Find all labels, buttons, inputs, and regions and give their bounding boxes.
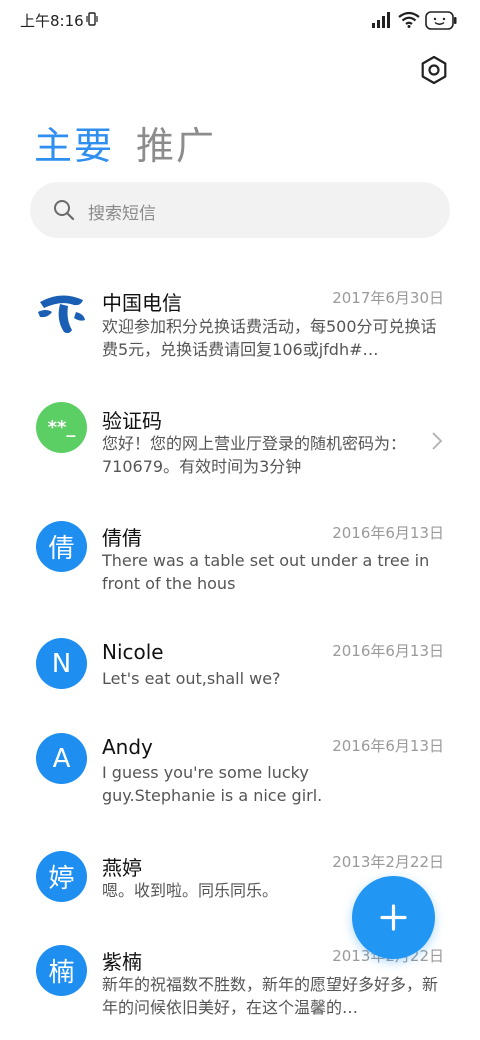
- message-preview: 新年的祝福数不胜数，新年的愿望好多好多，新年的问候依旧美好，在这个温馨的…: [102, 975, 439, 1017]
- conversation-item[interactable]: A Andy 2016年6月13日 I guess you're some lu…: [0, 727, 480, 837]
- contact-name: Andy: [102, 735, 153, 759]
- avatar: A: [36, 733, 87, 784]
- signal-icon: [372, 12, 390, 28]
- new-message-button[interactable]: [352, 876, 435, 959]
- message-preview: 欢迎参加积分兑换话费活动，每500分可兑换话费5元，兑换话费请回复106或jfd…: [102, 317, 437, 359]
- status-bar: 上午8:16: [0, 0, 480, 40]
- avatar: 倩: [36, 521, 87, 572]
- message-preview: I guess you're some lucky guy.Stephanie …: [102, 763, 323, 805]
- message-date: 2013年2月22日: [332, 853, 444, 871]
- tab-main[interactable]: 主要: [34, 115, 114, 170]
- message-preview: Let's eat out,shall we?: [102, 669, 281, 688]
- conversation-item[interactable]: **_ 验证码 您好！您的网上营业厅登录的随机密码为：710679。有效时间为3…: [0, 398, 480, 508]
- contact-name: 中国电信: [102, 291, 182, 315]
- plus-icon: [380, 904, 407, 931]
- message-date: 2017年6月30日: [332, 289, 444, 307]
- contact-name: 紫楠: [102, 950, 142, 974]
- avatar: 婷: [36, 851, 87, 902]
- conversation-item[interactable]: N Nicole 2016年6月13日 Let's eat out,shall …: [0, 632, 480, 742]
- chevron-right-icon: [432, 432, 443, 450]
- search-input[interactable]: 搜索短信: [30, 182, 450, 238]
- search-placeholder: 搜索短信: [88, 204, 156, 224]
- settings-icon[interactable]: [419, 55, 449, 85]
- conversation-item[interactable]: 中国电信 2017年6月30日 欢迎参加积分兑换话费活动，每500分可兑换话费5…: [0, 278, 480, 388]
- conversation-item[interactable]: 倩 倩倩 2016年6月13日 There was a table set ou…: [0, 515, 480, 625]
- avatar: 楠: [36, 945, 87, 996]
- contact-name: Nicole: [102, 640, 164, 664]
- message-date: 2016年6月13日: [332, 524, 444, 542]
- message-date: 2016年6月13日: [332, 737, 444, 755]
- battery-icon: [425, 11, 457, 30]
- contact-name: 倩倩: [102, 526, 142, 550]
- avatar: N: [36, 638, 87, 689]
- wifi-icon: [398, 11, 420, 28]
- contact-name: 验证码: [102, 409, 162, 433]
- search-icon: [54, 200, 75, 221]
- message-preview: There was a table set out under a tree i…: [102, 551, 430, 593]
- china-telecom-logo-icon: [38, 295, 85, 334]
- china-telecom-logo: [36, 286, 87, 337]
- vibrate-icon: [86, 12, 98, 26]
- message-preview: 您好！您的网上营业厅登录的随机密码为：710679。有效时间为3分钟: [102, 434, 407, 476]
- contact-name: 燕婷: [102, 856, 142, 880]
- message-date: 2016年6月13日: [332, 642, 444, 660]
- status-time: 上午8:16: [20, 12, 84, 30]
- avatar: **_: [36, 402, 87, 453]
- tab-promotions[interactable]: 推广: [136, 115, 216, 170]
